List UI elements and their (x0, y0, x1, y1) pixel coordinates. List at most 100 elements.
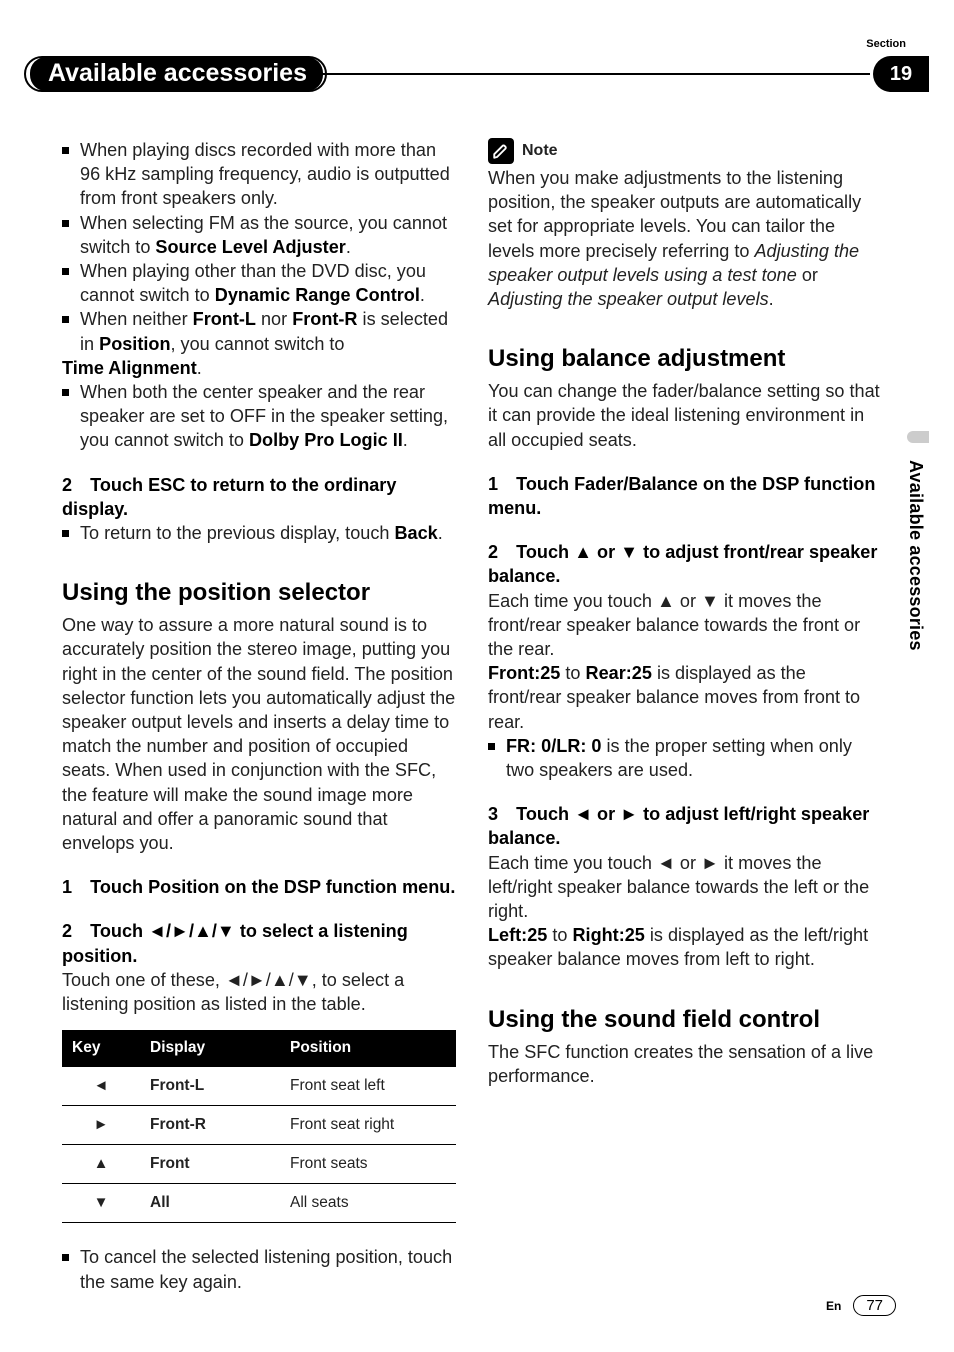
bold-term: FR: 0/LR: 0 (506, 736, 602, 756)
body-paragraph: The SFC function creates the sensation o… (488, 1040, 882, 1088)
bold-term: Rear:25 (586, 663, 652, 683)
arrow-glyphs: ◄/►/▲/▼ (225, 970, 312, 990)
body-text: Each time you touch (488, 591, 657, 611)
body-text: or (675, 853, 701, 873)
body-text: Touch one of these, (62, 970, 225, 990)
arrow-glyph: ◄ (657, 853, 675, 873)
bold-term: Left:25 (488, 925, 547, 945)
bullet-item: To cancel the selected listening positio… (62, 1245, 456, 1293)
note-header: Note (488, 138, 882, 164)
bold-term: Back (394, 523, 437, 543)
display-cell: All (140, 1184, 280, 1223)
step-body: Front:25 to Rear:25 is displayed as the … (488, 661, 882, 734)
display-cell: Front-R (140, 1105, 280, 1144)
position-cell: Front seat right (280, 1105, 456, 1144)
page-number: 77 (853, 1295, 896, 1316)
bullet-item: When playing other than the DVD disc, yo… (62, 259, 456, 307)
bold-term: Source Level Adjuster (155, 237, 345, 257)
right-column: Note When you make adjustments to the li… (488, 138, 882, 1294)
step: 1 Touch Position on the DSP function men… (62, 875, 456, 899)
table-header-row: Key Display Position (62, 1030, 456, 1066)
bullet-tail: . (438, 523, 443, 543)
bullet-text: To cancel the selected listening positio… (80, 1247, 452, 1291)
step-body: Touch one of these, ◄/►/▲/▼, to select a… (62, 968, 456, 1016)
italic-ref: Adjusting the speaker output levels (488, 289, 769, 309)
bold-term: Dynamic Range Control (215, 285, 420, 305)
step-heading: 2 Touch ◄/►/▲/▼ to select a listening po… (62, 919, 456, 967)
key-cell: ▲ (62, 1144, 140, 1183)
step: 3 Touch ◄ or ► to adjust left/right spea… (488, 802, 882, 971)
table-header: Key (62, 1030, 140, 1066)
arrow-glyph: ▲ (657, 591, 675, 611)
body-text: to (560, 663, 585, 683)
bullet-item: FR: 0/LR: 0 is the proper setting when o… (488, 734, 882, 782)
bold-term: Time Alignment (62, 358, 197, 378)
step-heading: 2 Touch ESC to return to the ordinary di… (62, 473, 456, 521)
page-title: Available accessories (30, 57, 323, 91)
body-text: to (547, 925, 572, 945)
side-tab (907, 431, 929, 443)
trailing-line: Time Alignment. (62, 356, 456, 380)
bullet-tail: . (403, 430, 408, 450)
arrow-glyph: ▼ (701, 591, 719, 611)
bold-term: Dolby Pro Logic II (249, 430, 403, 450)
position-cell: Front seats (280, 1144, 456, 1183)
body-text: . (769, 289, 774, 309)
bullet-item: To return to the previous display, touch… (62, 521, 456, 545)
table-row: ▲ Front Front seats (62, 1144, 456, 1183)
step: 2 Touch ESC to return to the ordinary di… (62, 473, 456, 546)
step-body: Each time you touch ◄ or ► it moves the … (488, 851, 882, 924)
table-row: ◄ Front-L Front seat left (62, 1067, 456, 1106)
table-row: ► Front-R Front seat right (62, 1105, 456, 1144)
pencil-icon (488, 138, 514, 164)
page: Section 19 Available accessories Availab… (0, 0, 954, 1352)
bullet-item: When playing discs recorded with more th… (62, 138, 456, 211)
bullet-item: When both the center speaker and the rea… (62, 380, 456, 453)
body-text: or (675, 591, 701, 611)
bold-term: Right:25 (572, 925, 644, 945)
step: 2 Touch ◄/►/▲/▼ to select a listening po… (62, 919, 456, 1016)
position-cell: Front seat left (280, 1067, 456, 1106)
display-cell: Front-L (140, 1067, 280, 1106)
subsection-heading: Using the sound field control (488, 1006, 882, 1034)
body-text: Each time you touch (488, 853, 657, 873)
step-heading: 3 Touch ◄ or ► to adjust left/right spea… (488, 802, 882, 850)
title-rule (321, 73, 870, 75)
bullet-text: When playing discs recorded with more th… (80, 140, 450, 208)
step-body: Left:25 to Right:25 is displayed as the … (488, 923, 882, 971)
body-text: or (797, 265, 818, 285)
bold-term: Position (99, 334, 170, 354)
bullet-text: To return to the previous display, touch (80, 523, 394, 543)
key-cell: ► (62, 1105, 140, 1144)
footer: En 77 (826, 1295, 896, 1316)
position-cell: All seats (280, 1184, 456, 1223)
bullet-tail: . (197, 358, 202, 378)
content-columns: When playing discs recorded with more th… (62, 138, 882, 1294)
bullet-mid: nor (256, 309, 292, 329)
table-header: Display (140, 1030, 280, 1066)
step-body: Each time you touch ▲ or ▼ it moves the … (488, 589, 882, 662)
bullet-text: When neither (80, 309, 193, 329)
bullet-item: When selecting FM as the source, you can… (62, 211, 456, 259)
arrow-glyph: ► (701, 853, 719, 873)
step-heading: 1 Touch Position on the DSP function men… (62, 875, 456, 899)
language-label: En (826, 1299, 841, 1313)
title-bar: Available accessories (24, 56, 870, 92)
step: 1 Touch Fader/Balance on the DSP functio… (488, 472, 882, 520)
display-cell: Front (140, 1144, 280, 1183)
bold-term: Front-L (193, 309, 256, 329)
step-heading: 1 Touch Fader/Balance on the DSP functio… (488, 472, 882, 520)
note-label: Note (522, 139, 558, 163)
note-body: When you make adjustments to the listeni… (488, 166, 882, 311)
subsection-heading: Using balance adjustment (488, 345, 882, 373)
title-pill: Available accessories (24, 56, 327, 92)
body-paragraph: One way to assure a more natural sound i… (62, 613, 456, 855)
subsection-heading: Using the position selector (62, 579, 456, 607)
side-section-label: Available accessories (905, 460, 926, 651)
step-heading: 2 Touch ▲ or ▼ to adjust front/rear spea… (488, 540, 882, 588)
section-number-badge: 19 (873, 56, 929, 92)
key-cell: ◄ (62, 1067, 140, 1106)
body-paragraph: You can change the fader/balance setting… (488, 379, 882, 452)
bullet-tail: , you cannot switch to (171, 334, 345, 354)
section-label: Section (866, 38, 906, 50)
